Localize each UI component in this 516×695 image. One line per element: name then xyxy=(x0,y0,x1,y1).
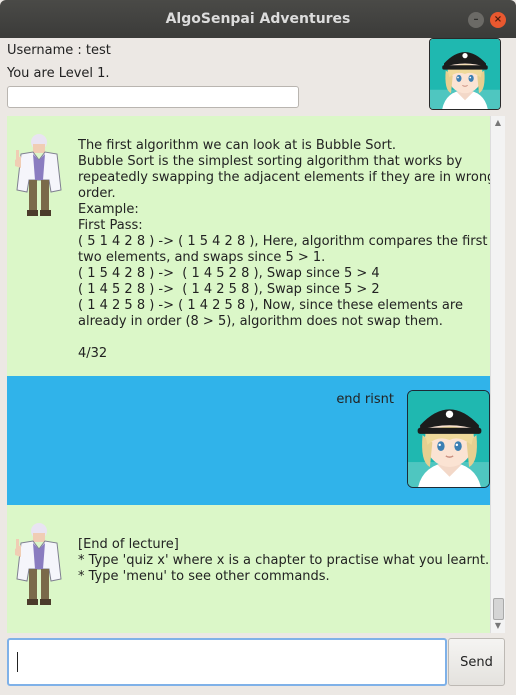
scroll-up-icon[interactable]: ▲ xyxy=(491,116,505,130)
text-caret xyxy=(17,652,18,672)
bot-message: The first algorithm we can look at is Bu… xyxy=(7,116,495,376)
send-button-label: Send xyxy=(460,654,493,670)
username-label: Username : test xyxy=(7,43,111,58)
minimize-glyph: – xyxy=(473,14,479,25)
user-header: Username : test You are Level 1. xyxy=(0,38,516,116)
send-button[interactable]: Send xyxy=(448,638,505,686)
window-title: AlgoSenpai Adventures xyxy=(165,11,351,27)
close-icon[interactable]: × xyxy=(490,12,506,28)
user-message-text: end risnt xyxy=(336,392,394,407)
minimize-icon[interactable]: – xyxy=(468,12,484,28)
close-glyph: × xyxy=(493,14,503,25)
level-label: You are Level 1. xyxy=(7,66,110,81)
message-input[interactable] xyxy=(7,638,447,686)
professor-sprite-icon xyxy=(11,519,67,611)
scrollbar-thumb[interactable] xyxy=(493,598,504,620)
bot-message: [End of lecture] * Type 'quiz x' where x… xyxy=(7,505,490,633)
chat-scroll-pane[interactable]: The first algorithm we can look at is Bu… xyxy=(7,116,505,633)
bot-message-text: [End of lecture] * Type 'quiz x' where x… xyxy=(78,537,490,584)
experience-bar xyxy=(7,86,299,108)
player-avatar-icon xyxy=(429,38,501,110)
user-message: end risnt xyxy=(7,376,490,505)
scroll-down-icon[interactable]: ▼ xyxy=(491,619,505,633)
player-avatar-icon xyxy=(407,390,490,488)
professor-sprite-icon xyxy=(11,130,67,222)
window-titlebar[interactable]: AlgoSenpai Adventures – × xyxy=(0,0,516,38)
vertical-scrollbar[interactable]: ▲ ▼ xyxy=(490,116,505,633)
bot-message-text: The first algorithm we can look at is Bu… xyxy=(78,138,496,361)
